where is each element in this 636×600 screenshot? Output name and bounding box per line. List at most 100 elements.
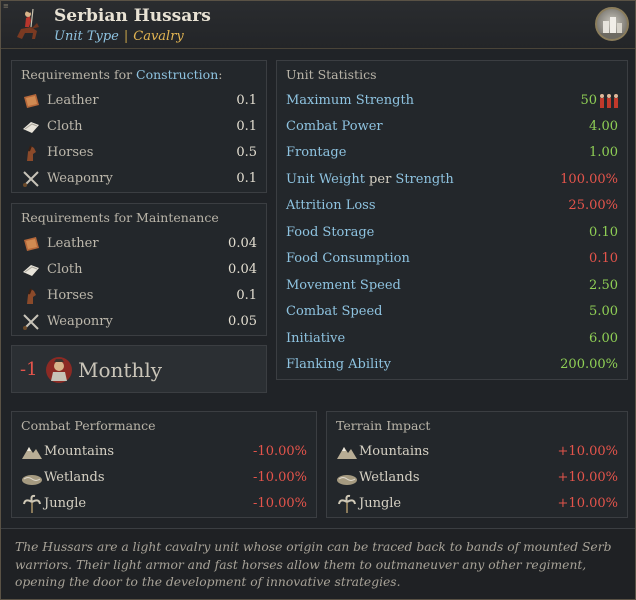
cloth-icon (23, 265, 39, 276)
construction-row-weaponry[interactable]: Weaponry 0.1 (12, 166, 266, 192)
unit-statistics-panel: Unit Statistics Maximum Strength 50 Comb… (276, 60, 628, 380)
stat-value: 0.10 (589, 251, 618, 266)
maintenance-requirements-panel: Requirements for Maintenance Leather 0.0… (11, 203, 267, 336)
monthly-amount: -1 (20, 359, 38, 380)
combat-performance-panel: Combat Performance Mountains -10.00% Wet… (11, 411, 317, 518)
maintenance-row-leather[interactable]: Leather 0.04 (12, 231, 266, 257)
stat-label-end: Strength (395, 172, 454, 187)
resource-label: Cloth (47, 119, 83, 134)
maintenance-row-weaponry[interactable]: Weaponry 0.05 (12, 309, 266, 335)
maintenance-row-horses[interactable]: Horses 0.1 (12, 283, 266, 309)
stat-row-food-consumption[interactable]: Food Consumption 0.10 (277, 246, 627, 272)
stat-row-unit-weight[interactable]: Unit Weight per Strength 100.00% (277, 167, 627, 193)
resource-label: Horses (47, 145, 94, 160)
stat-label: Flanking Ability (286, 357, 391, 372)
stat-label: Food Consumption (286, 251, 410, 266)
stat-value: 2.50 (589, 278, 618, 293)
corner-mark: ≡ (3, 2, 9, 10)
stat-label-mid: per (364, 172, 396, 187)
monthly-label: Monthly (78, 358, 163, 382)
maintenance-row-cloth[interactable]: Cloth 0.04 (12, 257, 266, 283)
stat-row-frontage[interactable]: Frontage 1.00 (277, 140, 627, 166)
wetlands-icon (337, 475, 357, 485)
unit-description: The Hussars are a light cavalry unit who… (1, 528, 635, 599)
terrain-impact-panel: Terrain Impact Mountains +10.00% Wetland… (326, 411, 628, 518)
construction-row-cloth[interactable]: Cloth 0.1 (12, 114, 266, 140)
terrain-value: +10.00% (557, 444, 618, 459)
terrain-label: Mountains (359, 444, 430, 459)
resource-label: Horses (47, 288, 94, 303)
stat-row-initiative[interactable]: Initiative 6.00 (277, 326, 627, 352)
leather-icon (24, 237, 39, 251)
monthly-upkeep[interactable]: -1 Monthly (11, 345, 267, 393)
terrain-label: Mountains (44, 444, 115, 459)
terrain-value: +10.00% (557, 470, 618, 485)
unit-title: Serbian Hussars (54, 6, 211, 26)
stat-row-flanking-ability[interactable]: Flanking Ability 200.00% (277, 352, 627, 378)
terrain-row-jungle[interactable]: Jungle +10.00% (327, 491, 627, 517)
resource-label: Leather (47, 93, 99, 108)
stat-label: Attrition Loss (286, 198, 376, 213)
resource-value: 0.1 (236, 171, 257, 186)
jungle-icon (338, 494, 356, 513)
stat-row-attrition-loss[interactable]: Attrition Loss 25.00% (277, 193, 627, 219)
stat-value: 100.00% (560, 172, 618, 187)
hussar-rider-icon (17, 8, 39, 39)
terrain-label: Wetlands (44, 470, 105, 485)
resource-value: 0.05 (228, 314, 257, 329)
construction-requirements-panel: Requirements for Construction: Leather 0… (11, 60, 267, 193)
terrain-row-mountains[interactable]: Mountains +10.00% (327, 439, 627, 465)
construction-row-horses[interactable]: Horses 0.5 (12, 140, 266, 166)
combat-row-mountains[interactable]: Mountains -10.00% (12, 439, 316, 465)
unit-type-line: Unit Type | Cavalry (54, 29, 184, 44)
stat-row-combat-power[interactable]: Combat Power 4.00 (277, 114, 627, 140)
jungle-icon (23, 494, 41, 513)
combat-row-wetlands[interactable]: Wetlands -10.00% (12, 465, 316, 491)
soldiers-icon (600, 94, 618, 108)
resource-label: Leather (47, 236, 99, 251)
resource-value: 0.5 (236, 145, 257, 160)
resource-value: 0.1 (236, 93, 257, 108)
stat-value: 5.00 (589, 304, 618, 319)
construction-title: Requirements for Construction: (21, 67, 222, 82)
unit-type-value[interactable]: Cavalry (133, 29, 184, 44)
terrain-row-wetlands[interactable]: Wetlands +10.00% (327, 465, 627, 491)
resource-label: Cloth (47, 262, 83, 277)
unit-statistics-title: Unit Statistics (286, 67, 377, 82)
stat-row-movement-speed[interactable]: Movement Speed 2.50 (277, 273, 627, 299)
stat-label: Combat Power (286, 119, 383, 134)
combat-row-jungle[interactable]: Jungle -10.00% (12, 491, 316, 517)
stat-row-combat-speed[interactable]: Combat Speed 5.00 (277, 299, 627, 325)
soldier-upkeep-icon (46, 357, 72, 383)
terrain-label: Jungle (44, 496, 87, 511)
stat-row-maximum-strength[interactable]: Maximum Strength 50 (277, 88, 627, 114)
stat-label: Food Storage (286, 225, 375, 240)
combat-performance-title: Combat Performance (21, 418, 156, 433)
tooltip-header: ≡ Serbian Hussars Unit Type | Cavalry (1, 1, 635, 49)
resource-value: 0.04 (228, 262, 257, 277)
stat-row-food-storage[interactable]: Food Storage 0.10 (277, 220, 627, 246)
terrain-label: Wetlands (359, 470, 420, 485)
unit-type-separator: | (123, 29, 129, 44)
stat-label: Initiative (286, 331, 346, 346)
mountains-icon (22, 447, 42, 459)
mountains-icon (337, 447, 357, 459)
construction-title-link[interactable]: Construction (136, 67, 218, 82)
resource-value: 0.04 (228, 236, 257, 251)
stat-value: 4.00 (589, 119, 618, 134)
stat-value: 6.00 (589, 331, 618, 346)
stat-label-main: Unit Weight (286, 172, 365, 187)
construction-title-prefix: Requirements for (21, 67, 137, 82)
stat-label: Maximum Strength (286, 93, 415, 108)
terrain-label: Jungle (359, 496, 402, 511)
construction-row-leather[interactable]: Leather 0.1 (12, 88, 266, 114)
weaponry-icon (23, 171, 39, 187)
weaponry-icon (23, 314, 39, 330)
castle-portrait-icon[interactable] (595, 7, 629, 41)
cloth-icon (23, 122, 39, 133)
terrain-value: -10.00% (253, 444, 307, 459)
resource-label: Weaponry (47, 171, 113, 186)
stat-value: 1.00 (589, 145, 618, 160)
stat-label: Movement Speed (286, 278, 401, 293)
terrain-impact-title: Terrain Impact (336, 418, 431, 433)
